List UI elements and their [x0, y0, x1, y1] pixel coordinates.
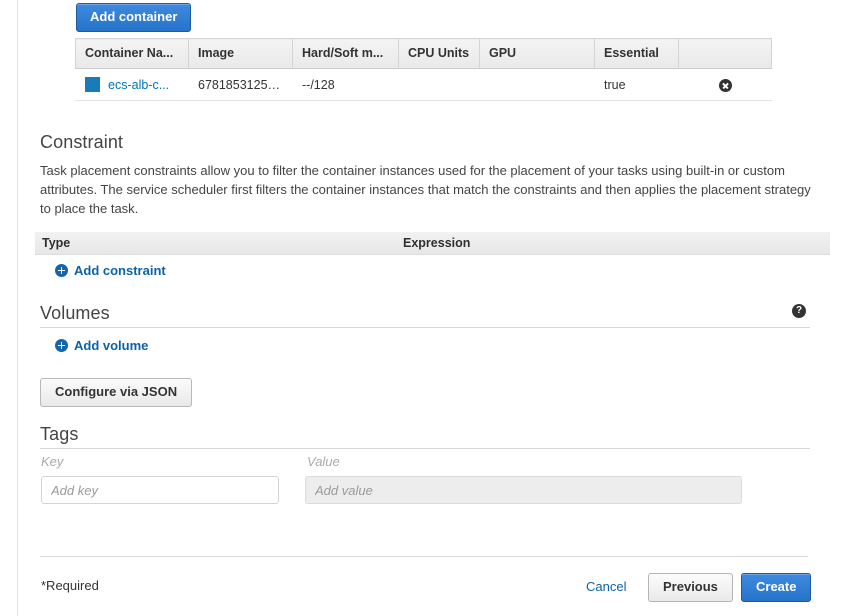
add-container-button[interactable]: Add container — [76, 3, 192, 32]
column-header-gpu[interactable]: GPU — [479, 38, 595, 69]
cell-actions — [678, 68, 772, 101]
add-constraint-button[interactable]: Add constraint — [55, 263, 166, 278]
container-name-link[interactable]: ecs-alb-c... — [108, 78, 169, 92]
add-volume-button[interactable]: Add volume — [55, 338, 148, 353]
footer-divider — [40, 556, 808, 557]
volumes-divider — [40, 327, 810, 328]
tag-value-input[interactable] — [305, 476, 742, 504]
create-button[interactable]: Create — [741, 573, 812, 602]
help-circle-icon[interactable]: ? — [792, 304, 806, 318]
configure-via-json-button[interactable]: Configure via JSON — [40, 378, 193, 407]
volumes-section-title: Volumes — [40, 303, 110, 323]
column-header-type: Type — [42, 236, 71, 250]
column-header-image[interactable]: Image — [188, 38, 293, 69]
cell-essential: true — [594, 68, 679, 101]
container-table-header-row: Container Na... Image Hard/Soft m... CPU… — [75, 38, 772, 69]
panel-left-border — [17, 0, 18, 616]
column-header-cpu-units[interactable]: CPU Units — [398, 38, 480, 69]
column-header-essential[interactable]: Essential — [594, 38, 679, 69]
column-header-container-name[interactable]: Container Na... — [75, 38, 189, 69]
tag-key-label: Key — [41, 454, 64, 469]
plus-circle-icon — [55, 264, 68, 277]
add-volume-label: Add volume — [74, 338, 149, 353]
constraint-section-title: Constraint — [40, 132, 124, 152]
container-color-swatch — [85, 77, 100, 92]
container-table: Container Na... Image Hard/Soft m... CPU… — [75, 38, 772, 101]
constraint-table-header-band: Type Expression — [35, 232, 830, 255]
remove-circle-icon[interactable] — [718, 78, 732, 92]
cell-image: 67818531256... — [188, 68, 293, 101]
constraint-description: Task placement constraints allow you to … — [40, 163, 811, 216]
cancel-button[interactable]: Cancel — [586, 579, 626, 594]
cell-container-name: ecs-alb-c... — [75, 68, 189, 101]
cell-gpu — [479, 68, 595, 101]
plus-circle-icon — [55, 339, 68, 352]
cell-cpu-units — [398, 68, 480, 101]
task-definition-form-page: Add container Container Na... Image Hard… — [0, 0, 843, 616]
tag-value-label: Value — [307, 454, 340, 469]
tag-key-input[interactable] — [41, 476, 279, 504]
table-row: ecs-alb-c... 67818531256... --/128 true — [75, 68, 772, 101]
column-header-expression: Expression — [403, 236, 471, 250]
tags-section-title: Tags — [40, 424, 79, 444]
tags-divider — [40, 448, 810, 449]
add-constraint-label: Add constraint — [74, 263, 166, 278]
column-header-hard-soft-memory[interactable]: Hard/Soft m... — [292, 38, 399, 69]
previous-button[interactable]: Previous — [648, 573, 733, 602]
required-note: *Required — [41, 578, 99, 593]
cell-hard-soft-memory: --/128 — [292, 68, 399, 101]
column-header-actions — [678, 38, 772, 69]
